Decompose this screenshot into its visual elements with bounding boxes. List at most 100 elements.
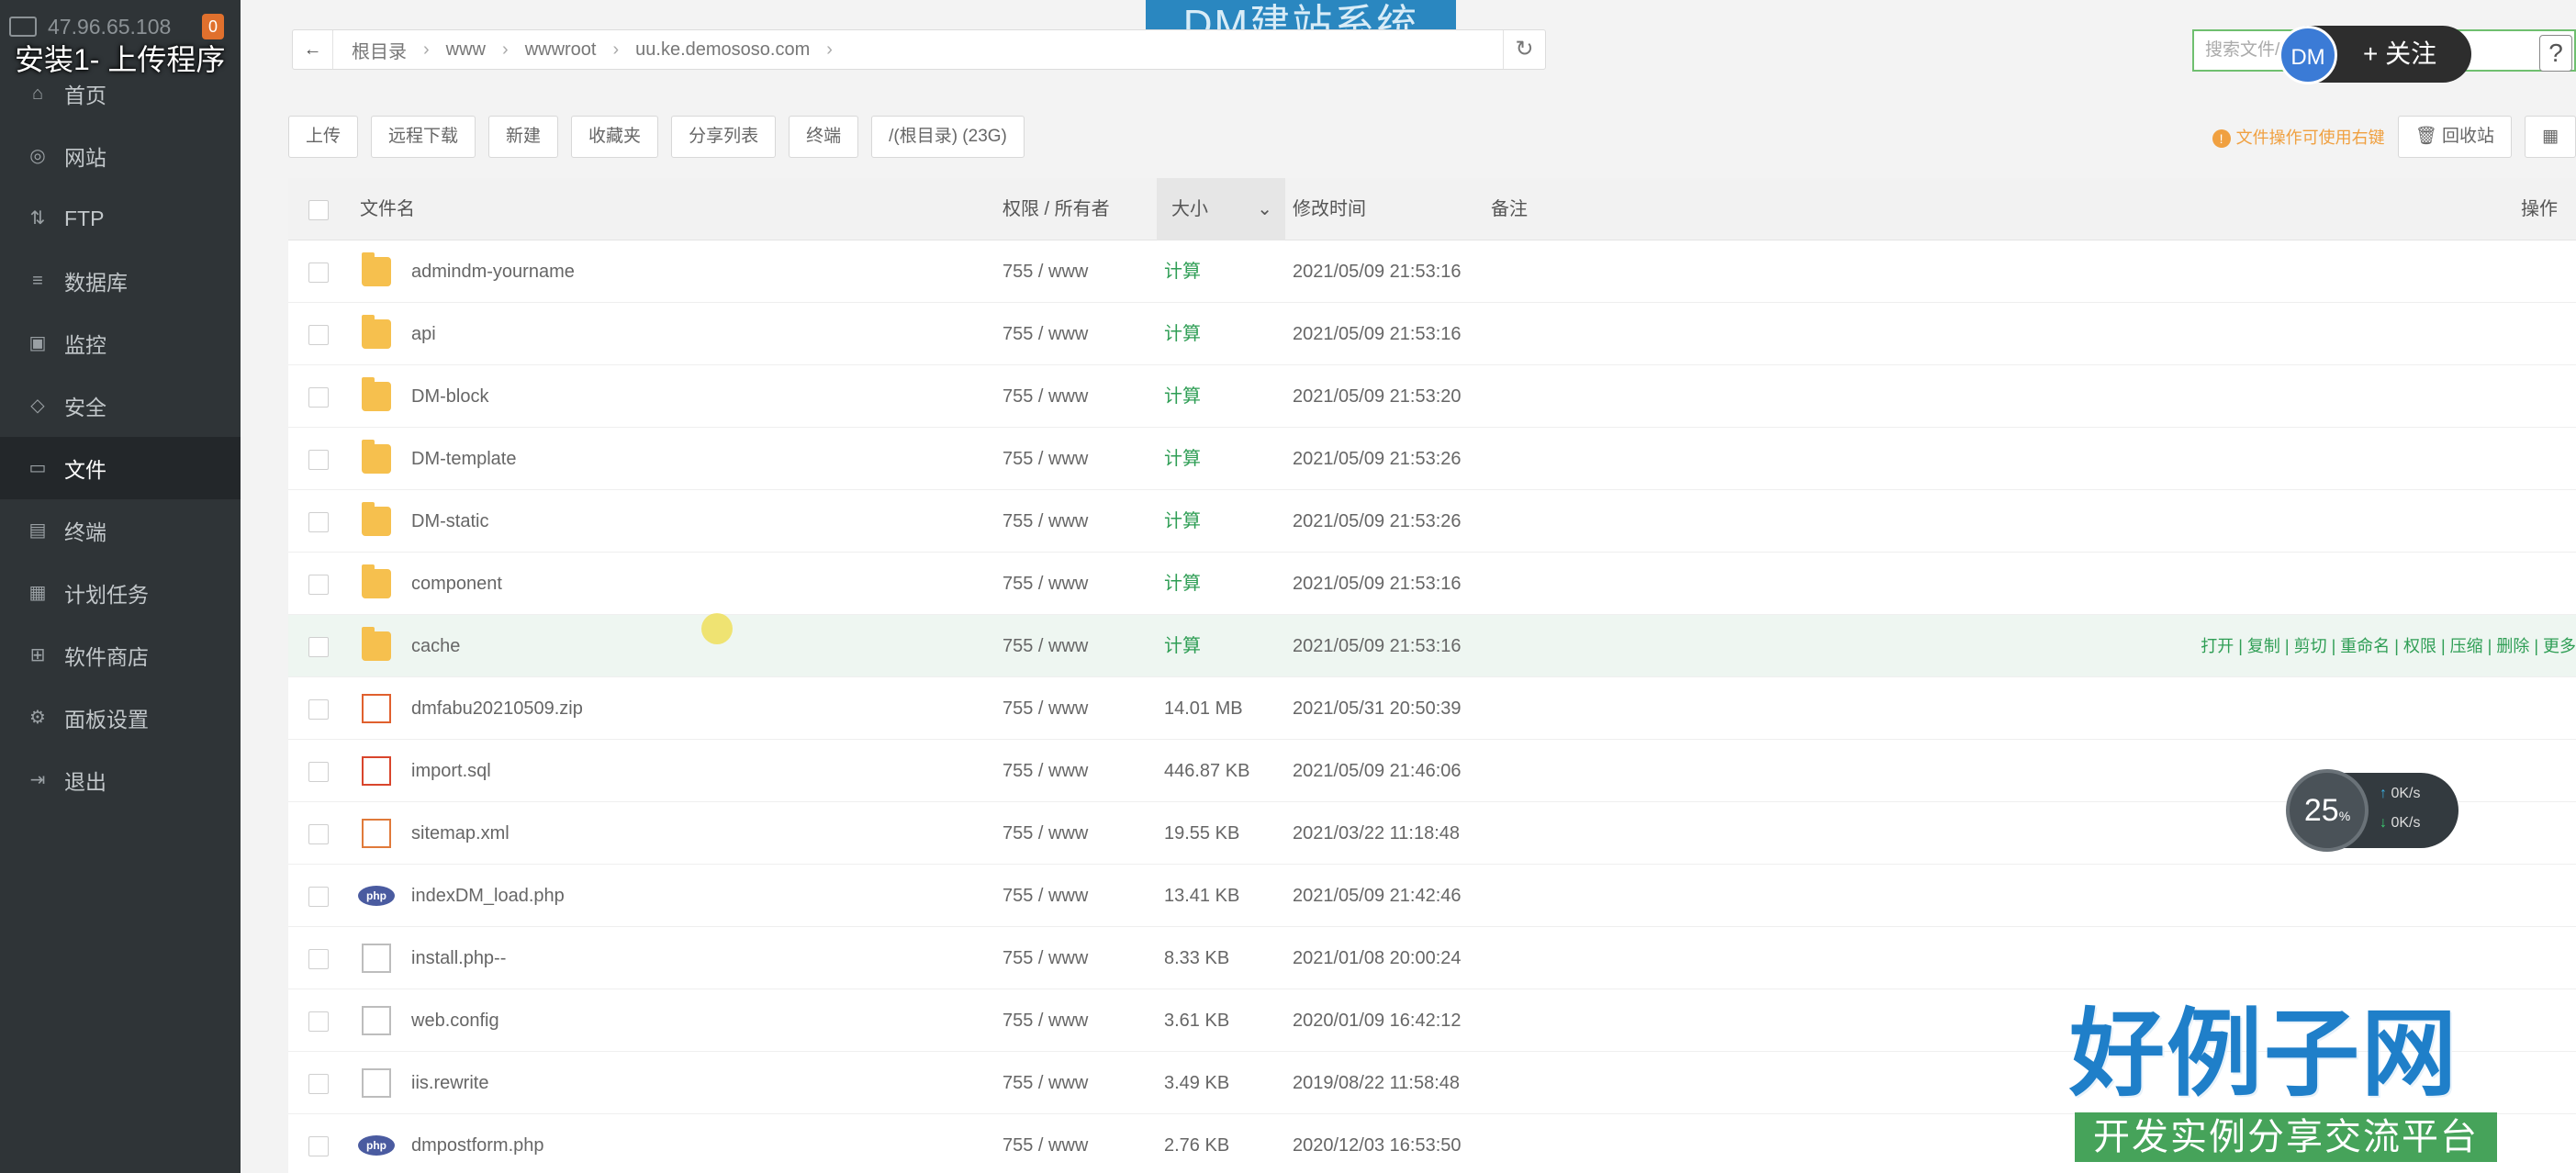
col-perm[interactable]: 权限 / 所有者 bbox=[1002, 178, 1110, 240]
row-checkbox[interactable] bbox=[308, 824, 329, 844]
sidebar-item-7[interactable]: ▤ 终端 bbox=[0, 499, 241, 562]
row-checkbox[interactable] bbox=[308, 387, 329, 408]
file-perm[interactable]: 755 / www bbox=[1002, 989, 1088, 1052]
recycle-bin-button[interactable]: 🗑 回收站 bbox=[2397, 116, 2513, 158]
col-size[interactable]: 大小 ⌄ bbox=[1157, 178, 1285, 240]
file-size[interactable]: 计算 bbox=[1164, 428, 1201, 490]
file-name[interactable]: component bbox=[411, 553, 502, 615]
file-name[interactable]: indexDM_load.php bbox=[411, 865, 565, 927]
table-row[interactable]: install.php-- 755 / www 8.33 KB 2021/01/08 … bbox=[288, 927, 2576, 989]
file-name[interactable]: import.sql bbox=[411, 740, 491, 802]
row-checkbox[interactable] bbox=[308, 762, 329, 782]
row-checkbox[interactable] bbox=[308, 325, 329, 345]
file-name[interactable]: web.config bbox=[411, 989, 499, 1052]
file-perm[interactable]: 755 / www bbox=[1002, 303, 1088, 365]
file-size[interactable]: 计算 bbox=[1164, 553, 1201, 615]
file-perm[interactable]: 755 / www bbox=[1002, 615, 1088, 677]
sidebar-item-2[interactable]: ⇅ FTP bbox=[0, 187, 241, 250]
row-checkbox[interactable] bbox=[308, 1074, 329, 1094]
row-checkbox[interactable] bbox=[308, 450, 329, 470]
toolbar-button-6[interactable]: /(根目录) (23G) bbox=[871, 116, 1025, 158]
file-name[interactable]: api bbox=[411, 303, 436, 365]
sidebar-item-11[interactable]: ⇥ 退出 bbox=[0, 749, 241, 811]
toolbar-button-5[interactable]: 终端 bbox=[789, 116, 859, 158]
file-perm[interactable]: 755 / www bbox=[1002, 865, 1088, 927]
file-name[interactable]: install.php-- bbox=[411, 927, 506, 989]
file-size[interactable]: 计算 bbox=[1164, 615, 1201, 677]
col-name[interactable]: 文件名 bbox=[360, 178, 415, 240]
breadcrumb-item[interactable]: wwwroot bbox=[525, 39, 597, 61]
row-checkbox[interactable] bbox=[308, 637, 329, 657]
toolbar-button-3[interactable]: 收藏夹 bbox=[571, 116, 659, 158]
file-name[interactable]: iis.rewrite bbox=[411, 1052, 488, 1114]
table-row[interactable]: api 755 / www 计算 2021/05/09 21:53:16 bbox=[288, 303, 2576, 365]
file-perm[interactable]: 755 / www bbox=[1002, 802, 1088, 865]
breadcrumb-item[interactable]: 根目录 bbox=[352, 37, 407, 63]
table-row[interactable]: component 755 / www 计算 2021/05/09 21:53:16 bbox=[288, 553, 2576, 615]
row-checkbox[interactable] bbox=[308, 1136, 329, 1156]
file-name[interactable]: dmpostform.php bbox=[411, 1114, 544, 1173]
table-row[interactable]: DM-block 755 / www 计算 2021/05/09 21:53:20 bbox=[288, 365, 2576, 428]
row-checkbox[interactable] bbox=[308, 1011, 329, 1032]
table-row[interactable]: php indexDM_load.php 755 / www 13.41 KB 2021… bbox=[288, 865, 2576, 927]
row-actions[interactable]: 打开 | 复制 | 剪切 | 重命名 | 权限 | 压缩 | 删除 | 更多 bbox=[2201, 615, 2576, 677]
file-name[interactable]: DM-block bbox=[411, 365, 488, 428]
row-checkbox[interactable] bbox=[308, 699, 329, 720]
file-perm[interactable]: 755 / www bbox=[1002, 1114, 1088, 1173]
row-checkbox[interactable] bbox=[308, 887, 329, 907]
col-mtime[interactable]: 修改时间 bbox=[1293, 178, 1366, 240]
table-row[interactable]: DM-static 755 / www 计算 2021/05/09 21:53:26 bbox=[288, 490, 2576, 553]
file-perm[interactable]: 755 / www bbox=[1002, 490, 1088, 553]
toolbar-button-1[interactable]: 远程下载 bbox=[371, 116, 476, 158]
table-row[interactable]: DM-template 755 / www 计算 2021/05/09 21:53:2… bbox=[288, 428, 2576, 490]
file-size[interactable]: 计算 bbox=[1164, 303, 1201, 365]
file-name[interactable]: DM-template bbox=[411, 428, 516, 490]
avatar[interactable]: DM bbox=[2279, 26, 2337, 84]
sidebar-item-4[interactable]: ▣ 监控 bbox=[0, 312, 241, 374]
file-name[interactable]: DM-static bbox=[411, 490, 488, 553]
breadcrumb-item[interactable]: www bbox=[446, 39, 486, 61]
file-perm[interactable]: 755 / www bbox=[1002, 553, 1088, 615]
table-row[interactable]: cache 755 / www 计算 2021/05/09 21:53:16 打开 | … bbox=[288, 615, 2576, 677]
row-checkbox[interactable] bbox=[308, 263, 329, 283]
table-row[interactable]: sitemap.xml 755 / www 19.55 KB 2021/03/22 1… bbox=[288, 802, 2576, 865]
file-perm[interactable]: 755 / www bbox=[1002, 365, 1088, 428]
file-perm[interactable]: 755 / www bbox=[1002, 677, 1088, 740]
sidebar-item-3[interactable]: ≡ 数据库 bbox=[0, 250, 241, 312]
grid-view-icon[interactable]: ▦ bbox=[2525, 116, 2576, 158]
file-perm[interactable]: 755 / www bbox=[1002, 740, 1088, 802]
file-perm[interactable]: 755 / www bbox=[1002, 927, 1088, 989]
table-row[interactable]: import.sql 755 / www 446.87 KB 2021/05/09 2… bbox=[288, 740, 2576, 802]
file-size[interactable]: 计算 bbox=[1164, 365, 1201, 428]
breadcrumb-item[interactable]: uu.ke.demososo.com bbox=[635, 39, 810, 61]
table-row[interactable]: admindm-yourname 755 / www 计算 2021/05/09 21… bbox=[288, 240, 2576, 303]
select-all-checkbox[interactable] bbox=[308, 200, 329, 220]
row-checkbox[interactable] bbox=[308, 512, 329, 532]
sidebar-item-5[interactable]: ◇ 安全 bbox=[0, 374, 241, 437]
file-perm[interactable]: 755 / www bbox=[1002, 240, 1088, 303]
row-checkbox[interactable] bbox=[308, 949, 329, 969]
toolbar-button-0[interactable]: 上传 bbox=[288, 116, 359, 158]
file-size[interactable]: 计算 bbox=[1164, 240, 1201, 303]
alert-badge[interactable]: 0 bbox=[202, 14, 224, 39]
row-checkbox[interactable] bbox=[308, 575, 329, 595]
back-arrow-icon[interactable]: ← bbox=[293, 30, 333, 69]
help-icon[interactable]: ? bbox=[2539, 35, 2572, 72]
file-name[interactable]: cache bbox=[411, 615, 460, 677]
file-perm[interactable]: 755 / www bbox=[1002, 1052, 1088, 1114]
table-row[interactable]: dmfabu20210509.zip 755 / www 14.01 MB 2021/… bbox=[288, 677, 2576, 740]
toolbar-button-2[interactable]: 新建 bbox=[488, 116, 559, 158]
sidebar-item-8[interactable]: ▦ 计划任务 bbox=[0, 562, 241, 624]
file-perm[interactable]: 755 / www bbox=[1002, 428, 1088, 490]
toolbar-button-4[interactable]: 分享列表 bbox=[671, 116, 777, 158]
file-name[interactable]: admindm-yourname bbox=[411, 240, 575, 303]
file-size[interactable]: 计算 bbox=[1164, 490, 1201, 553]
sidebar-item-10[interactable]: ⚙ 面板设置 bbox=[0, 687, 241, 749]
refresh-icon[interactable]: ↻ bbox=[1503, 30, 1545, 69]
file-name[interactable]: dmfabu20210509.zip bbox=[411, 677, 583, 740]
file-name[interactable]: sitemap.xml bbox=[411, 802, 510, 865]
sidebar-item-1[interactable]: ◎ 网站 bbox=[0, 125, 241, 187]
sidebar-item-6[interactable]: ▭ 文件 bbox=[0, 437, 241, 499]
speed-widget[interactable]: 25% ↑ 0K/s ↓ 0K/s bbox=[2286, 769, 2458, 852]
sidebar-item-9[interactable]: ⊞ 软件商店 bbox=[0, 624, 241, 687]
